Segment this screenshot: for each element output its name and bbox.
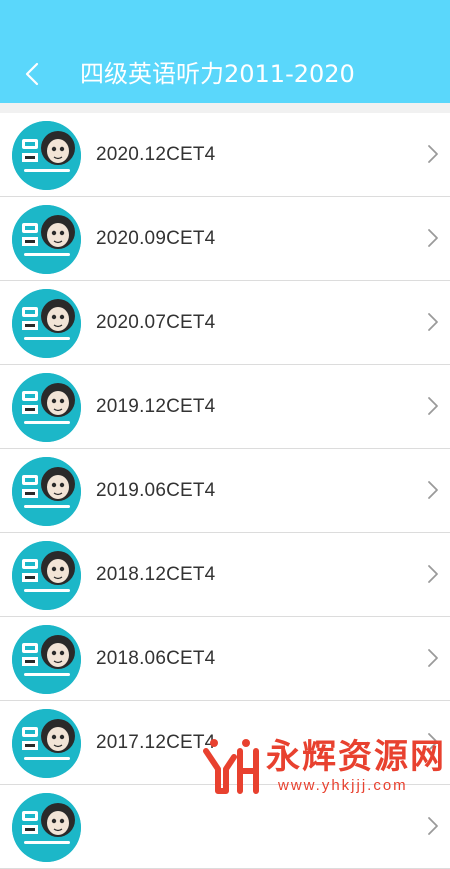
cet-avatar-icon [12,457,81,526]
chevron-right-icon [426,227,440,249]
chevron-right-icon [426,479,440,501]
chevron-right-icon [426,647,440,669]
brand-logo-icon [203,739,259,794]
app-header: 四级英语听力2011-2020 [0,0,450,103]
list-item[interactable]: 2019.12CET4 [0,365,450,449]
watermark-title: 永辉资源网 [266,737,446,777]
list-item[interactable]: 2019.06CET4 [0,449,450,533]
chevron-right-icon [426,395,440,417]
list-item[interactable]: 2018.06CET4 [0,617,450,701]
chevron-right-icon [426,143,440,165]
page-title: 四级英语听力2011-2020 [80,60,355,88]
cet-avatar-icon [12,289,81,358]
cet-avatar-icon [12,793,81,862]
chevron-left-icon [25,62,39,86]
chevron-right-icon [426,311,440,333]
cet-avatar-icon [12,373,81,442]
list-item-label: 2018.12CET4 [96,564,216,585]
list-item-label: 2020.07CET4 [96,312,216,333]
list-item[interactable]: 2020.07CET4 [0,281,450,365]
watermark-url: www.yhkjjj.com [278,777,408,794]
chevron-right-icon [426,563,440,585]
list-item[interactable]: 2020.09CET4 [0,197,450,281]
chevron-right-icon [426,815,440,837]
list-item-label: 2019.12CET4 [96,396,216,417]
list-item-label: 2017.12CET4 [96,732,216,753]
list-item[interactable]: 2020.12CET4 [0,113,450,197]
list-item-label: 2020.09CET4 [96,228,216,249]
list-item-label: 2019.06CET4 [96,480,216,501]
list-item[interactable]: 2018.12CET4 [0,533,450,617]
cet-avatar-icon [12,541,81,610]
list-item-label: 2020.12CET4 [96,144,216,165]
watermark: 永辉资源网 www.yhkjjj.com [200,725,450,800]
back-button[interactable] [12,52,56,96]
cet-avatar-icon [12,625,81,694]
list-item-label: 2018.06CET4 [96,648,216,669]
cet-avatar-icon [12,709,81,778]
cet-avatar-icon [12,121,81,190]
cet-avatar-icon [12,205,81,274]
